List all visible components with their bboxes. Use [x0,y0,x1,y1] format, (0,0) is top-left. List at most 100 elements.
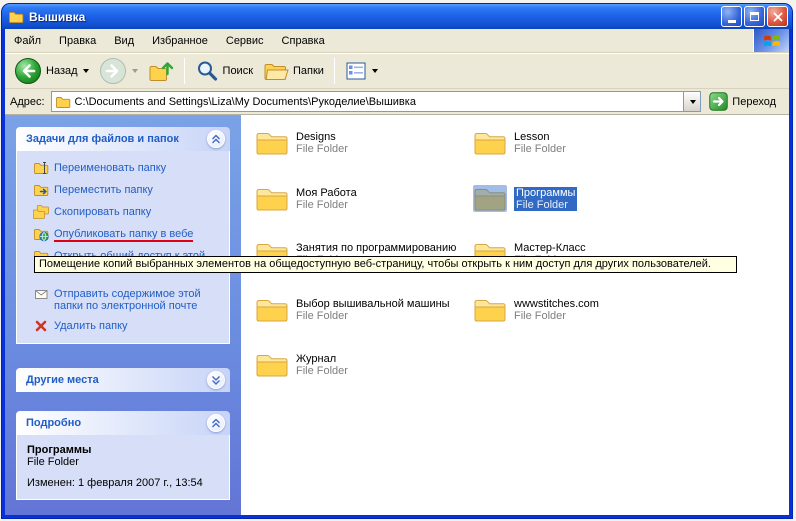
tooltip: Помещение копий выбранных элементов на о… [34,256,737,273]
close-button[interactable] [767,6,788,27]
minimize-button[interactable] [721,6,742,27]
back-label: Назад [46,65,78,77]
go-button[interactable]: Переход [707,92,784,111]
folder-icon [255,185,289,212]
search-icon [195,59,219,83]
window-body: Файл Правка Вид Избранное Сервис Справка [5,29,789,515]
explorer-window: Вышивка Файл Правка Вид Избранное Сервис… [2,4,792,518]
title-bar: Вышивка [2,4,792,29]
collapse-details-button[interactable] [207,414,225,432]
other-places-panel: Другие места [16,368,230,392]
back-button[interactable]: Назад [10,55,93,87]
details-item-modified: Изменен: 1 февраля 2007 г., 13:54 [27,477,219,489]
search-label: Поиск [223,65,253,77]
file-item[interactable]: DesignsFile Folder [255,129,348,156]
toolbar-separator [184,58,185,84]
other-places-header[interactable]: Другие места [16,368,230,392]
search-button[interactable]: Поиск [191,57,257,85]
task-email-folder[interactable]: Отправить содержимое этой папки по элект… [19,283,227,315]
address-dropdown-icon [690,100,696,104]
views-button[interactable] [341,58,382,84]
file-folder-tasks-header[interactable]: Задачи для файлов и папок [16,127,230,151]
close-icon [773,12,783,22]
menu-view[interactable]: Вид [105,29,143,52]
folders-icon [263,59,289,83]
file-item[interactable]: ЖурналFile Folder [255,351,348,378]
task-rename-folder[interactable]: Переименовать папку [19,157,227,179]
folder-icon [473,185,507,212]
details-item-name: Программы [27,444,219,456]
expand-other-places-button[interactable] [207,371,225,389]
menu-help[interactable]: Справка [273,29,334,52]
task-move-folder[interactable]: Переместить папку [19,179,227,201]
file-item[interactable]: Моя РаботаFile Folder [255,185,357,212]
menu-file[interactable]: Файл [5,29,50,52]
other-places-title: Другие места [26,374,207,386]
toolbar-separator [334,58,335,84]
details-body: Программы File Folder Изменен: 1 февраля… [16,435,230,500]
menu-bar: Файл Правка Вид Избранное Сервис Справка [5,29,789,53]
file-folder-tasks-title: Задачи для файлов и папок [26,133,207,145]
go-icon [709,92,728,111]
views-dropdown-icon [372,69,378,73]
address-dropdown-button[interactable] [683,92,700,111]
go-label: Переход [732,96,776,108]
folder-icon [255,296,289,323]
details-panel: Подробно Программы File Folder Изменен: … [16,411,230,500]
task-delete-folder[interactable]: Удалить папку [19,315,227,337]
rename-folder-icon [33,160,49,176]
menu-edit[interactable]: Правка [50,29,105,52]
details-header[interactable]: Подробно [16,411,230,435]
folder-up-icon [148,58,174,84]
file-list: DesignsFile Folder Моя РаботаFile Folder… [241,115,789,515]
windows-flag-icon [763,32,781,50]
forward-dropdown-icon [132,69,138,73]
views-icon [345,60,367,82]
up-button[interactable] [144,56,178,86]
folder-icon [473,129,507,156]
forward-button[interactable] [95,55,142,87]
file-item[interactable]: LessonFile Folder [473,129,566,156]
file-item[interactable]: wwwstitches.comFile Folder [473,296,599,323]
menu-favorites[interactable]: Избранное [143,29,217,52]
address-path[interactable]: C:\Documents and Settings\Liza\My Docume… [71,96,684,108]
folder-icon [473,296,507,323]
address-label: Адрес: [10,96,45,108]
address-input[interactable]: C:\Documents and Settings\Liza\My Docume… [51,91,702,112]
details-title: Подробно [26,417,207,429]
details-item-type: File Folder [27,456,219,468]
toolbar: Назад [5,53,789,89]
windows-logo [753,29,789,52]
file-item[interactable]: Выбор вышивальной машиныFile Folder [255,296,450,323]
email-icon [33,286,49,302]
folders-button[interactable]: Папки [259,57,328,85]
minimize-icon [728,20,736,23]
task-copy-folder[interactable]: Скопировать папку [19,201,227,223]
chevron-up-icon [209,132,223,146]
file-folder-tasks-panel: Задачи для файлов и папок Переименовать … [16,127,230,344]
folder-icon [255,351,289,378]
task-publish-folder-web[interactable]: Опубликовать папку в вебе [19,223,227,245]
file-folder-tasks-body: Переименовать папку Переместить папку Ск… [16,151,230,344]
task-pane-sidebar: Задачи для файлов и папок Переименовать … [5,115,241,515]
maximize-button[interactable] [744,6,765,27]
forward-icon [99,57,127,85]
content-area: Задачи для файлов и папок Переименовать … [5,115,789,515]
window-title: Вышивка [29,10,719,24]
chevron-down-icon [209,373,223,387]
copy-folder-icon [33,204,49,220]
address-bar: Адрес: C:\Documents and Settings\Liza\My… [5,89,789,115]
collapse-tasks-button[interactable] [207,130,225,148]
menu-tools[interactable]: Сервис [217,29,273,52]
folder-icon [255,129,289,156]
move-folder-icon [33,182,49,198]
delete-icon [33,318,49,334]
maximize-icon [750,12,759,21]
folders-label: Папки [293,65,324,77]
chevron-up-icon [209,416,223,430]
back-dropdown-icon [83,69,89,73]
publish-web-icon [33,226,49,242]
file-item-selected[interactable]: ПрограммыFile Folder [473,185,577,212]
window-folder-icon [8,9,24,25]
address-folder-icon [55,94,71,110]
